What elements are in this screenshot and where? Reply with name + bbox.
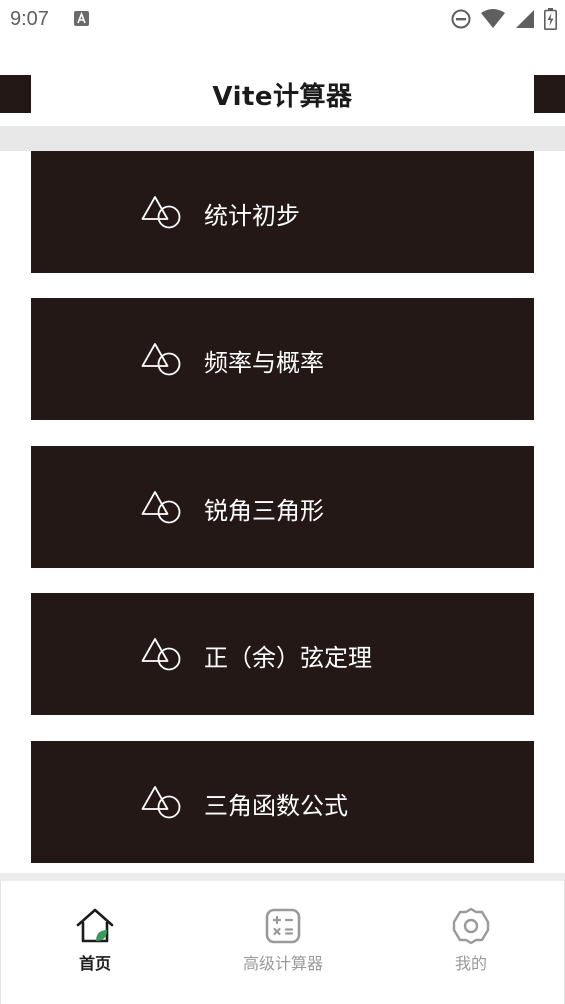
status-bar: 9:07 [0, 0, 565, 40]
tab-advanced-calculator[interactable]: 高级计算器 [189, 881, 377, 1004]
battery-charging-icon [544, 8, 557, 30]
signal-icon [516, 10, 534, 28]
tab-home-label: 首页 [78, 954, 111, 973]
topic-card-sine-cosine-law[interactable]: 正（余）弦定理 [31, 593, 534, 715]
tab-home[interactable]: 首页 [1, 881, 189, 1004]
topic-label: 正（余）弦定理 [204, 644, 372, 672]
do-not-disturb-icon [451, 9, 471, 29]
topic-card-statistics[interactable]: 统计初步 [31, 151, 534, 273]
topic-label: 统计初步 [204, 202, 300, 230]
triangle-circle-icon [141, 786, 181, 819]
triangle-circle-icon [141, 638, 181, 671]
app-header: Vite计算器 [0, 58, 565, 126]
status-icons [450, 8, 557, 30]
topic-card-frequency-probability[interactable]: 频率与概率 [31, 298, 534, 420]
topic-label: 频率与概率 [204, 349, 324, 377]
calculator-icon [265, 908, 301, 944]
triangle-circle-icon [141, 343, 181, 376]
notification-a-icon [74, 11, 89, 26]
topic-label: 三角函数公式 [204, 792, 348, 820]
topic-card-trig-formulas[interactable]: 三角函数公式 [31, 741, 534, 863]
triangle-circle-icon [141, 196, 181, 229]
bottom-tab-bar: 首页 高级计算器 我的 [0, 881, 565, 1004]
header-divider-band [0, 126, 565, 151]
topic-label: 锐角三角形 [204, 497, 324, 525]
topic-card-acute-triangle[interactable]: 锐角三角形 [31, 446, 534, 568]
triangle-circle-icon [141, 491, 181, 524]
home-icon [76, 908, 114, 943]
header-right-block[interactable] [534, 75, 565, 113]
tab-mine[interactable]: 我的 [377, 881, 565, 1004]
gear-icon [452, 907, 490, 945]
topic-list[interactable]: 统计初步 频率与概率 锐角三角形 正（余）弦定理 三角函数公式 [0, 151, 565, 873]
status-time: 9:07 [10, 8, 49, 30]
tab-advanced-calculator-label: 高级计算器 [242, 954, 323, 973]
tab-mine-label: 我的 [454, 954, 487, 973]
tabbar-divider [0, 873, 565, 881]
page-title: Vite计算器 [212, 82, 353, 112]
wifi-icon [481, 9, 505, 28]
